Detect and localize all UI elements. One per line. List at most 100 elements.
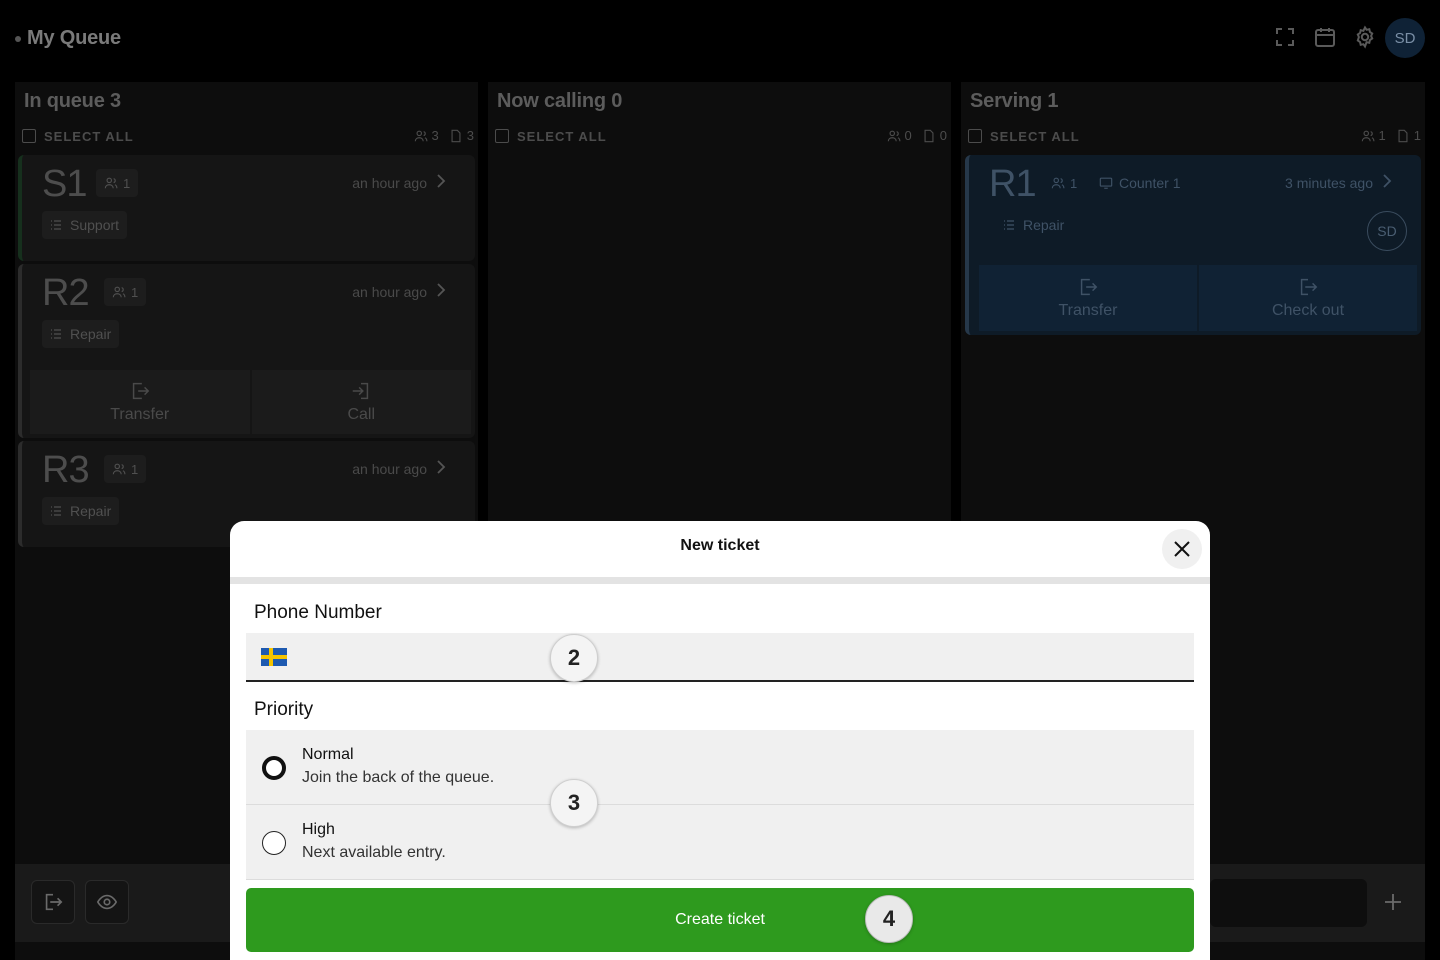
ticket-code: R2 — [42, 272, 90, 314]
column-counts: 1 1 — [1361, 128, 1421, 143]
ticket-count: 0 — [922, 128, 947, 143]
call-button[interactable]: Call — [251, 370, 471, 434]
priority-radio-group: Normal Join the back of the queue. High … — [246, 730, 1194, 880]
logout-icon — [45, 893, 63, 911]
chevron-right-icon[interactable] — [433, 459, 449, 475]
phone-number-input[interactable] — [246, 633, 1194, 682]
sign-out-button[interactable] — [31, 880, 75, 924]
ticket-counter: Counter 1 — [1099, 175, 1180, 191]
select-all[interactable]: SELECT ALL — [968, 128, 1080, 144]
priority-option-high[interactable]: High Next available entry. — [246, 805, 1194, 880]
modal-title: New ticket — [680, 537, 760, 554]
transfer-button[interactable]: Transfer — [979, 265, 1197, 331]
list-icon — [1004, 220, 1014, 230]
modal-header: New ticket — [230, 521, 1210, 584]
call-in-icon — [353, 382, 369, 400]
transfer-button[interactable]: Transfer — [30, 370, 250, 434]
option-title: Normal — [302, 746, 354, 763]
view-toggle-button[interactable] — [85, 880, 129, 924]
ticket-card-r2[interactable]: R2 1 an hour ago Repair Transfer Call — [18, 264, 475, 438]
chevron-right-icon[interactable] — [433, 173, 449, 189]
phone-label: Phone Number — [254, 602, 382, 623]
ticket-code: R3 — [42, 449, 90, 491]
chevron-right-icon[interactable] — [1379, 173, 1395, 189]
people-icon — [104, 177, 118, 189]
radio-high[interactable] — [262, 831, 286, 855]
ticket-count: 1 — [1396, 128, 1421, 143]
column-title: Now calling 0 — [497, 90, 623, 112]
gear-icon[interactable] — [1352, 24, 1378, 50]
ticket-time: 3 minutes ago — [1285, 175, 1373, 191]
ticket-count: 3 — [449, 128, 474, 143]
close-button[interactable] — [1162, 529, 1202, 569]
select-all-label: SELECT ALL — [517, 128, 607, 144]
ticket-code: S1 — [42, 163, 87, 205]
new-ticket-modal: New ticket Phone Number Priority Normal … — [230, 521, 1210, 960]
ticket-code: R1 — [989, 163, 1037, 205]
check-out-button[interactable]: Check out — [1199, 265, 1417, 331]
ticket-card-r1[interactable]: R1 1 Counter 1 3 minutes ago Repair SD T… — [965, 155, 1421, 335]
se-flag-icon[interactable] — [261, 648, 287, 666]
people-icon — [1051, 177, 1065, 189]
ticket-people-badge: 1 — [1047, 169, 1081, 197]
column-counts: 3 3 — [414, 128, 474, 143]
fullscreen-icon[interactable] — [1272, 24, 1298, 50]
priority-label: Priority — [254, 699, 314, 720]
option-description: Join the back of the queue. — [302, 769, 495, 786]
transfer-icon — [132, 382, 150, 400]
ticket-people-badge: 1 — [96, 169, 139, 197]
people-count: 0 — [887, 128, 912, 143]
document-icon — [451, 129, 461, 142]
people-count: 1 — [1361, 128, 1386, 143]
priority-option-normal[interactable]: Normal Join the back of the queue. — [246, 730, 1194, 805]
column-title: Serving 1 — [970, 90, 1059, 112]
list-icon — [51, 506, 61, 516]
people-icon — [112, 463, 126, 475]
page-title: My Queue — [27, 27, 121, 49]
monitor-icon — [1099, 177, 1113, 189]
ticket-time: an hour ago — [352, 175, 427, 191]
select-all-checkbox[interactable] — [968, 129, 982, 143]
people-icon — [414, 130, 427, 141]
eye-icon — [96, 894, 118, 910]
transfer-icon — [1080, 278, 1098, 296]
plus-icon[interactable] — [1383, 892, 1403, 912]
people-count: 3 — [414, 128, 439, 143]
option-description: Next available entry. — [302, 844, 446, 861]
ticket-service-badge: Repair — [995, 211, 1072, 239]
select-all[interactable]: SELECT ALL — [495, 128, 607, 144]
select-all-checkbox[interactable] — [495, 129, 509, 143]
document-icon — [1398, 129, 1408, 142]
step-marker-3: 3 — [550, 779, 598, 827]
ticket-people-badge: 1 — [104, 455, 147, 483]
served-by-avatar: SD — [1367, 211, 1407, 251]
bottom-input[interactable] — [1210, 879, 1367, 927]
close-icon — [1174, 541, 1190, 557]
status-dot — [15, 36, 21, 42]
option-title: High — [302, 821, 335, 838]
calendar-icon[interactable] — [1312, 24, 1338, 50]
list-icon — [51, 220, 61, 230]
step-marker-2: 2 — [550, 634, 598, 682]
top-bar: My Queue SD — [0, 0, 1440, 76]
ticket-time: an hour ago — [352, 461, 427, 477]
step-marker-4: 4 — [865, 895, 913, 943]
select-all-label: SELECT ALL — [44, 128, 134, 144]
ticket-actions: Transfer Call — [30, 370, 471, 434]
ticket-service-badge: Repair — [42, 320, 120, 348]
create-ticket-button[interactable]: Create ticket — [246, 888, 1194, 952]
column-title: In queue 3 — [24, 90, 121, 112]
select-all-checkbox[interactable] — [22, 129, 36, 143]
ticket-card-s1[interactable]: S1 1 an hour ago Support — [18, 155, 475, 261]
ticket-service-badge: Support — [42, 211, 128, 239]
people-icon — [887, 130, 900, 141]
radio-normal[interactable] — [262, 756, 286, 780]
chevron-right-icon[interactable] — [433, 282, 449, 298]
column-counts: 0 0 — [887, 128, 947, 143]
logout-icon — [1300, 278, 1318, 296]
people-icon — [112, 286, 126, 298]
people-icon — [1361, 130, 1374, 141]
select-all[interactable]: SELECT ALL — [22, 128, 134, 144]
user-avatar[interactable]: SD — [1385, 18, 1425, 58]
ticket-people-badge: 1 — [104, 278, 147, 306]
